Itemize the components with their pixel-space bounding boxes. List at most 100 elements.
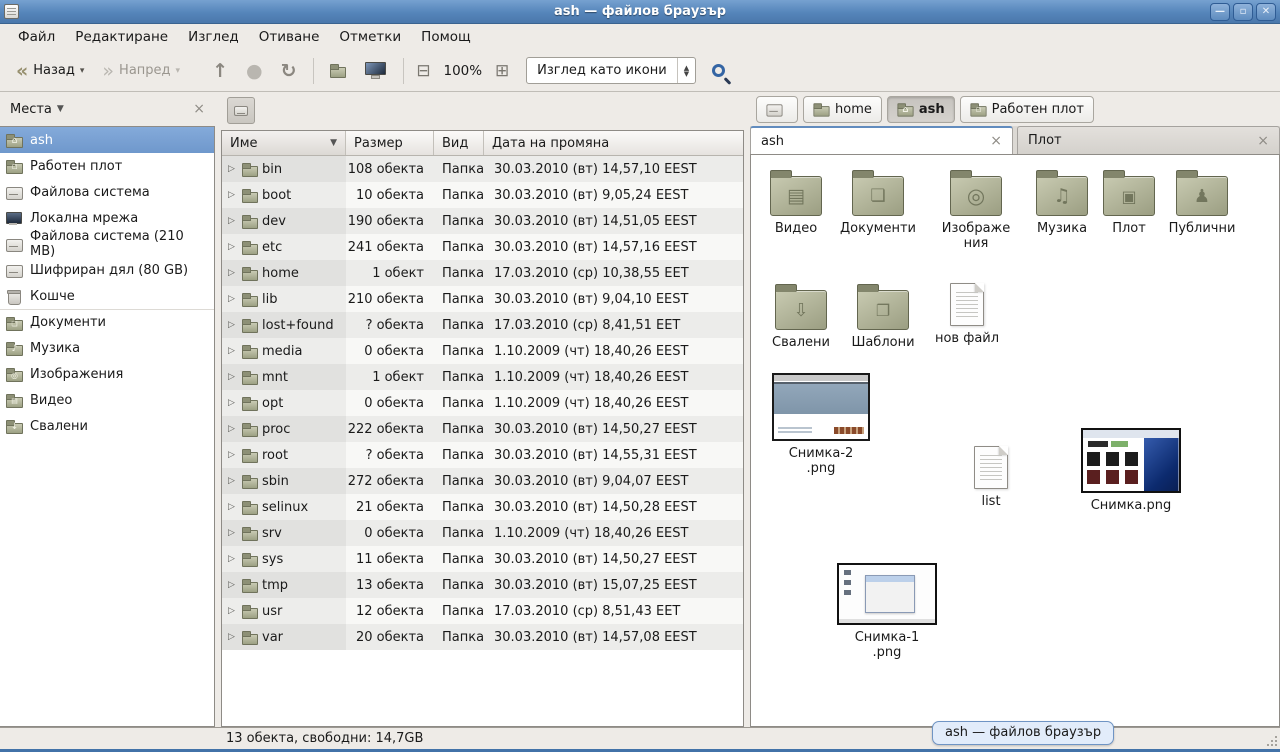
srv[interactable]: ▷ srv 0 обекта Папка 1.10.2009 (чт) 18,4… [222, 520, 743, 546]
tab[interactable]: Плот × [1017, 126, 1280, 154]
proc[interactable]: ▷ proc 222 обекта Папка 30.03.2010 (вт) … [222, 416, 743, 442]
expander-icon[interactable]: ▷ [228, 190, 238, 200]
expander-icon[interactable]: ▷ [228, 164, 238, 174]
icon-grid-item[interactable]: Документи [836, 169, 920, 236]
forward-button[interactable]: » Напред ▾ [94, 57, 188, 85]
mnt[interactable]: ▷ mnt 1 обект Папка 1.10.2009 (чт) 18,40… [222, 364, 743, 390]
sidebar-item[interactable]: Изображения [0, 361, 214, 387]
home-button[interactable] [322, 58, 355, 84]
sbin[interactable]: ▷ sbin 272 обекта Папка 30.03.2010 (вт) … [222, 468, 743, 494]
sidebar-item[interactable]: Видео [0, 387, 214, 413]
icon-grid-item[interactable]: Снимка-1.png [837, 563, 937, 660]
expander-icon[interactable]: ▷ [228, 346, 238, 356]
sidebar-item[interactable]: Кошче [0, 283, 214, 309]
reload-button[interactable]: ↻ [273, 57, 305, 85]
media[interactable]: ▷ media 0 обекта Папка 1.10.2009 (чт) 18… [222, 338, 743, 364]
minimize-button[interactable]: — [1210, 3, 1230, 21]
expander-icon[interactable]: ▷ [228, 632, 238, 642]
maximize-button[interactable]: ▫ [1233, 3, 1253, 21]
expander-icon[interactable]: ▷ [228, 372, 238, 382]
search-icon[interactable] [712, 64, 725, 77]
column-header-type[interactable]: Вид [434, 131, 484, 155]
boot[interactable]: ▷ boot 10 обекта Папка 30.03.2010 (вт) 9… [222, 182, 743, 208]
back-dropdown-icon[interactable]: ▾ [80, 66, 85, 76]
lost+found[interactable]: ▷ lost+found ? обекта Папка 17.03.2010 (… [222, 312, 743, 338]
sidebar-item[interactable]: Документи [0, 309, 214, 335]
menu-item[interactable]: Изглед [178, 25, 249, 49]
tab-close-icon[interactable]: × [1257, 133, 1269, 149]
breadcrumb-button[interactable]: home [803, 96, 882, 123]
opt[interactable]: ▷ opt 0 обекта Папка 1.10.2009 (чт) 18,4… [222, 390, 743, 416]
selinux[interactable]: ▷ selinux 21 обекта Папка 30.03.2010 (вт… [222, 494, 743, 520]
expander-icon[interactable]: ▷ [228, 554, 238, 564]
tmp[interactable]: ▷ tmp 13 обекта Папка 30.03.2010 (вт) 15… [222, 572, 743, 598]
close-button[interactable]: ✕ [1256, 3, 1276, 21]
icon-grid-item[interactable]: Публични [1160, 169, 1244, 236]
icon-grid-item[interactable]: Изображения [934, 169, 1018, 251]
expander-icon[interactable]: ▷ [228, 294, 238, 304]
icon-grid-item[interactable]: Шаблони [841, 283, 925, 350]
icon-grid-item[interactable]: Снимка-2.png [771, 373, 871, 476]
chevron-down-icon[interactable]: ▼ [57, 104, 64, 114]
var[interactable]: ▷ var 20 обекта Папка 30.03.2010 (вт) 14… [222, 624, 743, 650]
sidebar-item[interactable]: Локална мрежа [0, 205, 214, 231]
expander-icon[interactable]: ▷ [228, 606, 238, 616]
usr[interactable]: ▷ usr 12 обекта Папка 17.03.2010 (ср) 8,… [222, 598, 743, 624]
zoom-in-button[interactable]: ⊞ [490, 60, 514, 82]
sidebar-close-icon[interactable]: × [193, 101, 205, 117]
back-button[interactable]: « Назад ▾ [8, 57, 92, 85]
sidebar-item[interactable]: ash [0, 127, 214, 153]
expander-icon[interactable]: ▷ [228, 242, 238, 252]
icon-grid-item[interactable]: Снимка.png [1081, 428, 1181, 513]
menu-item[interactable]: Отиване [249, 25, 330, 49]
sidebar-item[interactable]: Музика [0, 335, 214, 361]
expander-icon[interactable]: ▷ [228, 502, 238, 512]
expander-icon[interactable]: ▷ [228, 216, 238, 226]
expander-icon[interactable]: ▷ [228, 528, 238, 538]
zoom-out-button[interactable]: ⊟ [412, 60, 436, 82]
lib[interactable]: ▷ lib 210 обекта Папка 30.03.2010 (вт) 9… [222, 286, 743, 312]
view-mode-select[interactable]: Изглед като икони ▲▼ [526, 57, 696, 84]
sidebar-item[interactable]: Шифриран дял (80 GB) [0, 257, 214, 283]
bin[interactable]: ▷ bin 108 обекта Папка 30.03.2010 (вт) 1… [222, 156, 743, 182]
sidebar-item[interactable]: Файлова система (210 MB) [0, 231, 214, 257]
icon-view[interactable]: Видео Документи Изображения Музика [750, 154, 1280, 727]
expander-icon[interactable]: ▷ [228, 580, 238, 590]
expander-icon[interactable]: ▷ [228, 450, 238, 460]
icon-grid-item[interactable]: Плот [1087, 169, 1171, 236]
column-header-date[interactable]: Дата на промяна [484, 131, 743, 155]
root[interactable]: ▷ root ? обекта Папка 30.03.2010 (вт) 14… [222, 442, 743, 468]
icon-grid-item[interactable]: нов файл [925, 280, 1009, 346]
icon-grid-item[interactable]: Свалени [759, 283, 843, 350]
sidebar-item[interactable]: Свалени [0, 413, 214, 439]
resize-grip[interactable] [1267, 736, 1277, 746]
menu-item[interactable]: Файл [8, 25, 65, 49]
dev[interactable]: ▷ dev 190 обекта Папка 30.03.2010 (вт) 1… [222, 208, 743, 234]
expander-icon[interactable]: ▷ [228, 320, 238, 330]
expander-icon[interactable]: ▷ [228, 398, 238, 408]
up-button[interactable]: ↑ [204, 57, 236, 85]
menu-item[interactable]: Помощ [411, 25, 481, 49]
menu-item[interactable]: Отметки [329, 25, 411, 49]
sidebar-title[interactable]: Места [10, 102, 52, 117]
expander-icon[interactable]: ▷ [228, 268, 238, 278]
expander-icon[interactable]: ▷ [228, 476, 238, 486]
icon-grid-item[interactable]: list [949, 443, 1033, 509]
computer-button[interactable] [357, 57, 395, 85]
tab[interactable]: ash × [750, 126, 1013, 154]
expander-icon[interactable]: ▷ [228, 424, 238, 434]
home[interactable]: ▷ home 1 обект Папка 17.03.2010 (ср) 10,… [222, 260, 743, 286]
breadcrumb-button[interactable]: Работен плот [960, 96, 1094, 123]
sidebar-item[interactable]: Файлова система [0, 179, 214, 205]
column-header-size[interactable]: Размер [346, 131, 434, 155]
menu-item[interactable]: Редактиране [65, 25, 178, 49]
breadcrumb-button[interactable]: ash [887, 96, 955, 123]
filesystem-root-button[interactable] [227, 97, 255, 124]
breadcrumb-button[interactable] [756, 96, 798, 123]
sidebar-item[interactable]: Работен плот [0, 153, 214, 179]
tab-close-icon[interactable]: × [990, 133, 1002, 149]
icon-grid-item[interactable]: Видео [754, 169, 838, 236]
sys[interactable]: ▷ sys 11 обекта Папка 30.03.2010 (вт) 14… [222, 546, 743, 572]
etc[interactable]: ▷ etc 241 обекта Папка 30.03.2010 (вт) 1… [222, 234, 743, 260]
column-header-name[interactable]: Име▼ [222, 131, 346, 155]
